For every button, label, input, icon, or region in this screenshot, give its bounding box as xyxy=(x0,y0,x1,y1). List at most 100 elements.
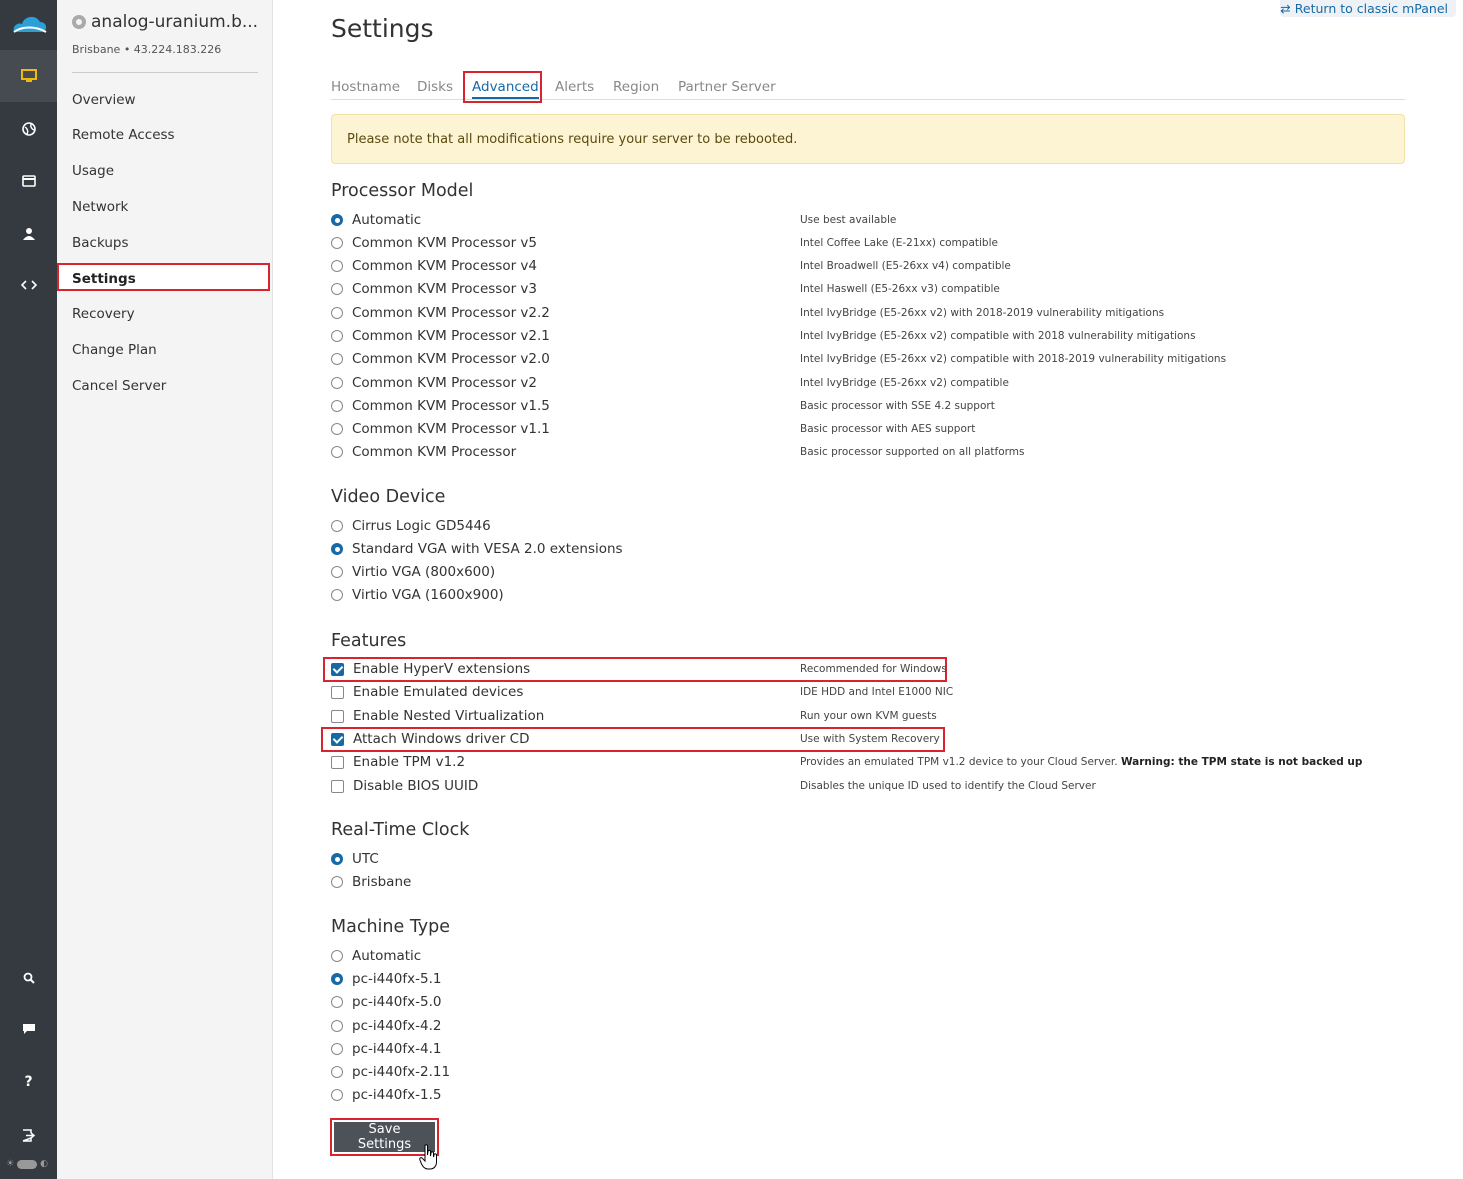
server-location-ip: Brisbane • 43.224.183.226 xyxy=(72,43,222,56)
machine-pc-i440fx-5-1-option[interactable]: pc-i440fx-5.1 xyxy=(331,969,441,989)
tab-advanced[interactable]: Advanced xyxy=(463,71,542,103)
feature-disable-bios-uuid-label: Disable BIOS UUID xyxy=(353,778,479,794)
processor-common-kvm-processor-v2-0-radio[interactable] xyxy=(331,353,343,365)
machine-pc-i440fx-4-2-option[interactable]: pc-i440fx-4.2 xyxy=(331,1016,441,1036)
feature-enable-nested-virtualization-checkbox[interactable] xyxy=(331,709,344,723)
theme-toggle[interactable]: ☀ ◐ xyxy=(6,1157,52,1171)
processor-common-kvm-processor-v1-1-option[interactable]: Common KVM Processor v1.1 xyxy=(331,419,550,439)
processor-common-kvm-processor-v3-option[interactable]: Common KVM Processor v3 xyxy=(331,279,537,299)
processor-automatic-radio[interactable] xyxy=(331,214,343,226)
sidebar-item-recovery[interactable]: Recovery xyxy=(72,306,135,322)
processor-common-kvm-processor-radio[interactable] xyxy=(331,446,343,458)
sidebar-item-change-plan[interactable]: Change Plan xyxy=(72,342,157,358)
sidebar-item-usage[interactable]: Usage xyxy=(72,163,114,179)
machine-pc-i440fx-4-1-option[interactable]: pc-i440fx-4.1 xyxy=(331,1039,441,1059)
user-icon[interactable] xyxy=(0,207,57,259)
feature-enable-emulated-devices-option[interactable]: Enable Emulated devices xyxy=(331,682,523,702)
chat-icon[interactable] xyxy=(0,1003,57,1055)
sidebar-item-remote-access[interactable]: Remote Access xyxy=(72,127,175,143)
machine-pc-i440fx-2-11-radio[interactable] xyxy=(331,1066,343,1078)
processor-common-kvm-processor-v2-2-option[interactable]: Common KVM Processor v2.2 xyxy=(331,303,550,323)
processor-common-kvm-processor-v2-1-radio[interactable] xyxy=(331,330,343,342)
processor-common-kvm-processor-v4-option[interactable]: Common KVM Processor v4 xyxy=(331,256,537,276)
processor-automatic-description: Use best available xyxy=(800,214,896,226)
processor-common-kvm-processor-v5-radio[interactable] xyxy=(331,237,343,249)
video-standard-vga-with-vesa-2-0-extensions-radio[interactable] xyxy=(331,543,343,555)
processor-common-kvm-processor-v1-5-option[interactable]: Common KVM Processor v1.5 xyxy=(331,396,550,416)
processor-common-kvm-processor-v3-radio[interactable] xyxy=(331,283,343,295)
feature-attach-windows-driver-cd-option[interactable]: Attach Windows driver CD xyxy=(331,729,530,749)
feature-enable-hyperv-extensions-option[interactable]: Enable HyperV extensions xyxy=(331,659,530,679)
feature-enable-hyperv-extensions-checkbox[interactable] xyxy=(331,662,344,676)
card-icon[interactable] xyxy=(0,155,57,207)
tab-region[interactable]: Region xyxy=(613,79,659,95)
processor-common-kvm-processor-v2-2-radio[interactable] xyxy=(331,307,343,319)
video-virtio-vga-800x600-option[interactable]: Virtio VGA (800x600) xyxy=(331,562,495,582)
clock-brisbane-radio[interactable] xyxy=(331,876,343,888)
clock-utc-option[interactable]: UTC xyxy=(331,849,379,869)
processor-common-kvm-processor-v4-radio[interactable] xyxy=(331,260,343,272)
processor-common-kvm-processor-v1-1-radio[interactable] xyxy=(331,423,343,435)
sidebar-item-overview[interactable]: Overview xyxy=(72,92,136,108)
feature-enable-tpm-v1-2-option[interactable]: Enable TPM v1.2 xyxy=(331,752,465,772)
processor-common-kvm-processor-v2-2-label: Common KVM Processor v2.2 xyxy=(352,305,550,321)
video-virtio-vga-800x600-radio[interactable] xyxy=(331,566,343,578)
sidebar-item-backups[interactable]: Backups xyxy=(72,235,129,251)
video-virtio-vga-1600x900-radio[interactable] xyxy=(331,589,343,601)
processor-common-kvm-processor-v4-description: Intel Broadwell (E5-26xx v4) compatible xyxy=(800,260,1011,272)
processor-automatic-option[interactable]: Automatic xyxy=(331,210,421,230)
clock-utc-radio[interactable] xyxy=(331,853,343,865)
tab-partner-server[interactable]: Partner Server xyxy=(678,79,776,95)
processor-common-kvm-processor-option[interactable]: Common KVM Processor xyxy=(331,442,516,462)
feature-attach-windows-driver-cd-checkbox[interactable] xyxy=(331,732,344,746)
processor-common-kvm-processor-v2-0-option[interactable]: Common KVM Processor v2.0 xyxy=(331,349,550,369)
tab-hostname[interactable]: Hostname xyxy=(331,79,400,95)
feature-disable-bios-uuid-option[interactable]: Disable BIOS UUID xyxy=(331,776,478,796)
machine-pc-i440fx-5-0-option[interactable]: pc-i440fx-5.0 xyxy=(331,992,441,1012)
machine-pc-i440fx-5-0-radio[interactable] xyxy=(331,996,343,1008)
processor-common-kvm-processor-v5-option[interactable]: Common KVM Processor v5 xyxy=(331,233,537,253)
tab-alerts[interactable]: Alerts xyxy=(555,79,594,95)
machine-pc-i440fx-4-1-radio[interactable] xyxy=(331,1043,343,1055)
machine-pc-i440fx-5-1-radio[interactable] xyxy=(331,973,343,985)
server-icon[interactable] xyxy=(0,50,57,102)
clock-brisbane-option[interactable]: Brisbane xyxy=(331,872,411,892)
video-virtio-vga-1600x900-option[interactable]: Virtio VGA (1600x900) xyxy=(331,585,504,605)
help-icon[interactable]: ? xyxy=(0,1056,57,1108)
toggle-switch[interactable] xyxy=(17,1159,38,1169)
feature-enable-emulated-devices-checkbox[interactable] xyxy=(331,685,344,699)
processor-common-kvm-processor-v2-0-description-text: Intel IvyBridge (E5-26xx v2) compatible … xyxy=(800,353,1227,365)
processor-common-kvm-processor-v2-radio[interactable] xyxy=(331,377,343,389)
feature-enable-tpm-v1-2-description-text: Provides an emulated TPM v1.2 device to … xyxy=(800,756,1118,768)
machine-pc-i440fx-1-5-option[interactable]: pc-i440fx-1.5 xyxy=(331,1085,441,1105)
sidebar-item-cancel-server[interactable]: Cancel Server xyxy=(72,378,166,394)
feature-enable-tpm-v1-2-checkbox[interactable] xyxy=(331,755,344,769)
video-cirrus-logic-gd5446-radio[interactable] xyxy=(331,520,343,532)
feature-enable-nested-virtualization-option[interactable]: Enable Nested Virtualization xyxy=(331,706,544,726)
processor-common-kvm-processor-v2-option[interactable]: Common KVM Processor v2 xyxy=(331,373,537,393)
server-name: analog-uranium.b... xyxy=(72,12,258,32)
tab-disks[interactable]: Disks xyxy=(417,79,453,95)
feature-enable-tpm-v1-2-description: Provides an emulated TPM v1.2 device to … xyxy=(800,756,1362,768)
machine-pc-i440fx-4-2-radio[interactable] xyxy=(331,1020,343,1032)
machine-automatic-option[interactable]: Automatic xyxy=(331,946,421,966)
logout-icon[interactable] xyxy=(0,1109,57,1161)
processor-common-kvm-processor-v2-0-description: Intel IvyBridge (E5-26xx v2) compatible … xyxy=(800,353,1226,365)
processor-common-kvm-processor-v2-1-option[interactable]: Common KVM Processor v2.1 xyxy=(331,326,550,346)
cloud-logo-icon[interactable] xyxy=(10,10,48,38)
machine-pc-i440fx-2-11-option[interactable]: pc-i440fx-2.11 xyxy=(331,1062,450,1082)
video-cirrus-logic-gd5446-option[interactable]: Cirrus Logic GD5446 xyxy=(331,516,491,536)
machine-automatic-radio[interactable] xyxy=(331,950,343,962)
return-classic-link[interactable]: ⇄ Return to classic mPanel xyxy=(1280,0,1456,17)
code-icon[interactable] xyxy=(0,259,57,311)
real-time-clock-heading: Real-Time Clock xyxy=(331,820,470,840)
sidebar-item-network[interactable]: Network xyxy=(72,199,128,215)
processor-common-kvm-processor-v1-5-radio[interactable] xyxy=(331,400,343,412)
search-icon[interactable] xyxy=(0,952,57,1004)
sun-icon: ☀ xyxy=(6,1159,15,1169)
machine-pc-i440fx-1-5-radio[interactable] xyxy=(331,1089,343,1101)
globe-icon[interactable] xyxy=(0,103,57,155)
sidebar-item-settings[interactable]: Settings xyxy=(57,263,270,291)
video-standard-vga-with-vesa-2-0-extensions-option[interactable]: Standard VGA with VESA 2.0 extensions xyxy=(331,539,623,559)
feature-disable-bios-uuid-checkbox[interactable] xyxy=(331,779,344,793)
